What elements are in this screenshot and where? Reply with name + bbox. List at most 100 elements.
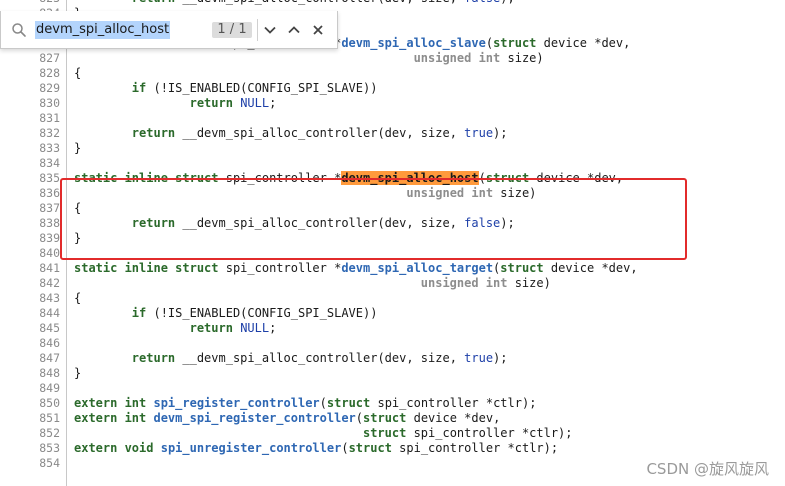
- code-line: 833}: [0, 141, 785, 156]
- line-number: 852: [39, 426, 60, 440]
- code-text: if (!IS_ENABLED(CONFIG_SPI_SLAVE)): [74, 306, 378, 321]
- code-text: {: [74, 66, 81, 81]
- code-token: {: [74, 291, 82, 305]
- line-number: 838: [39, 216, 60, 230]
- code-token: (: [355, 411, 364, 425]
- match-count: 1 / 1: [212, 22, 252, 38]
- code-text: unsigned int size): [74, 276, 551, 291]
- code-text: static inline struct spi_controller *dev…: [74, 261, 638, 276]
- code-token: extern void: [74, 441, 154, 455]
- line-number: 833: [39, 141, 60, 155]
- line-number: 850: [39, 396, 60, 410]
- close-find-button[interactable]: [308, 20, 328, 40]
- line-number: 836: [39, 186, 60, 200]
- code-line: 851 extern int devm_spi_register_controll…: [0, 411, 785, 426]
- find-bar: devm_spi_alloc_host 1 / 1: [0, 11, 338, 49]
- chevron-down-icon: [264, 26, 276, 34]
- code-token: ;: [269, 321, 277, 335]
- code-viewer[interactable]: 823 return __devm_spi_alloc_controller(d…: [0, 0, 785, 486]
- code-token: if: [131, 81, 147, 95]
- line-number: 849: [39, 381, 60, 395]
- code-token: return: [131, 351, 176, 365]
- find-bar-divider: [257, 19, 258, 41]
- code-token: true: [464, 126, 494, 140]
- line-number: 835: [39, 171, 60, 185]
- code-token: __devm_spi_alloc_controller(dev, size,: [175, 351, 465, 365]
- code-token: NULL: [240, 96, 270, 110]
- code-line: 853 extern void spi_unregister_controller…: [0, 441, 785, 456]
- code-token: return: [131, 126, 176, 140]
- code-token: devm_spi_alloc_slave: [341, 36, 486, 50]
- code-token: spi_controller *ctlr);: [406, 426, 573, 440]
- code-line: 845 return NULL;: [0, 321, 785, 336]
- code-token: NULL: [240, 321, 270, 335]
- code-line: 843 {: [0, 291, 785, 306]
- line-number: 827: [39, 51, 60, 65]
- line-number: 845: [39, 321, 60, 335]
- line-number: 851: [39, 411, 60, 425]
- code-token: }: [74, 141, 82, 155]
- chevron-up-icon: [288, 26, 300, 34]
- code-text: extern void spi_unregister_controller(st…: [74, 441, 558, 456]
- line-number: 843: [39, 291, 60, 305]
- code-token: false: [464, 0, 500, 5]
- line-number: 842: [39, 276, 60, 290]
- code-token: struct: [326, 396, 371, 410]
- code-token: struct: [363, 411, 407, 425]
- line-number: 848: [39, 366, 60, 380]
- line-number: 837: [39, 201, 60, 215]
- code-token: }: [74, 366, 82, 380]
- code-token: );: [493, 126, 508, 140]
- line-number: 854: [39, 456, 60, 470]
- code-line: 849: [0, 381, 785, 396]
- line-number: 830: [39, 96, 60, 110]
- code-token: devm_spi_alloc_target: [341, 261, 494, 275]
- code-line: 842 unsigned int size): [0, 276, 785, 291]
- code-line: 834: [0, 156, 785, 171]
- code-text: if (!IS_ENABLED(CONFIG_SPI_SLAVE)): [74, 81, 378, 96]
- line-number: 853: [39, 441, 60, 455]
- code-token: (!IS_ENABLED(CONFIG_SPI_SLAVE)): [146, 306, 378, 320]
- code-token: __devm_spi_alloc_controller(dev, size,: [175, 126, 465, 140]
- code-token: return: [189, 96, 233, 110]
- code-token: extern int: [74, 411, 147, 425]
- code-token: struct: [500, 261, 544, 275]
- code-token: struct: [348, 441, 392, 455]
- code-token: spi_controller *: [218, 261, 342, 275]
- code-token: devm_spi_register_controller: [153, 411, 356, 425]
- code-token: return: [189, 321, 233, 335]
- next-match-button[interactable]: [260, 20, 280, 40]
- line-number: 847: [39, 351, 60, 365]
- previous-match-button[interactable]: [284, 20, 304, 40]
- code-text: extern int devm_spi_register_controller(…: [74, 411, 500, 426]
- code-token: __devm_spi_alloc_controller(dev, size,: [175, 0, 464, 5]
- line-number: 841: [39, 261, 60, 275]
- code-token: spi_controller *ctlr);: [391, 441, 559, 455]
- find-input[interactable]: devm_spi_alloc_host: [35, 21, 171, 39]
- line-number: 834: [39, 156, 60, 170]
- line-number: 829: [39, 81, 60, 95]
- code-token: true: [464, 351, 494, 365]
- search-icon: [11, 22, 27, 38]
- line-number: 839: [39, 231, 60, 245]
- code-text: return __devm_spi_alloc_controller(dev, …: [74, 126, 508, 141]
- code-token: extern int: [74, 396, 147, 410]
- code-text: return NULL;: [74, 96, 277, 111]
- code-line: 841 static inline struct spi_controller *…: [0, 261, 785, 276]
- line-number: 846: [39, 336, 60, 350]
- line-number: 840: [39, 246, 60, 260]
- close-icon: [313, 25, 323, 35]
- code-token: unsigned int: [413, 51, 501, 65]
- code-token: (: [319, 396, 327, 410]
- code-line: 848}: [0, 366, 785, 381]
- code-text: extern int spi_register_controller(struc…: [74, 396, 536, 411]
- watermark: CSDN @旋风旋风: [646, 460, 769, 478]
- line-number: 844: [39, 306, 60, 320]
